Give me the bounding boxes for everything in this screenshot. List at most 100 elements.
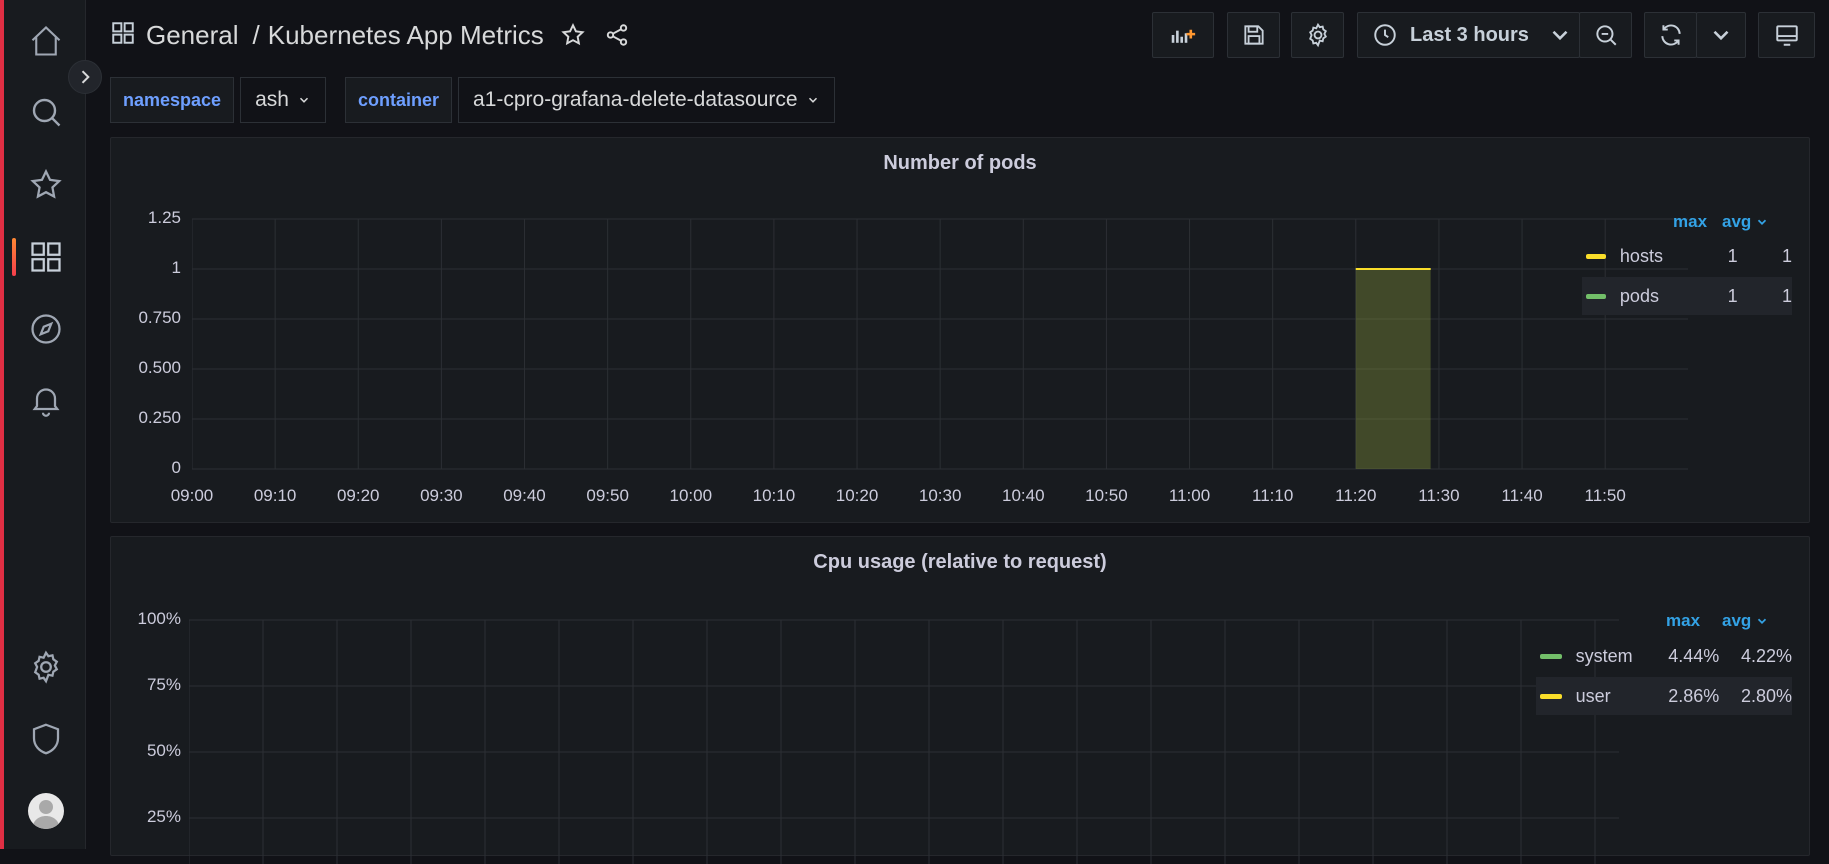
refresh-button[interactable] bbox=[1644, 12, 1697, 58]
search-icon[interactable] bbox=[24, 90, 68, 134]
time-range-label: Last 3 hours bbox=[1410, 23, 1529, 46]
active-indicator bbox=[12, 238, 16, 276]
x-tick-label: 10:30 bbox=[918, 486, 962, 505]
add-panel-button[interactable] bbox=[1152, 12, 1214, 58]
side-nav bbox=[4, 0, 86, 849]
x-tick-label: 11:10 bbox=[1252, 486, 1294, 505]
y-tick-label: 1 bbox=[171, 258, 181, 277]
series-color-swatch bbox=[1586, 253, 1606, 259]
y-tick-label: 0.250 bbox=[138, 408, 181, 427]
x-tick-label: 11:00 bbox=[1168, 486, 1211, 505]
time-picker-button[interactable]: Last 3 hours bbox=[1357, 12, 1580, 58]
legend-avg-header[interactable]: avg bbox=[1722, 611, 1769, 631]
breadcrumb-folder[interactable]: General bbox=[146, 20, 239, 51]
y-tick-label: 0 bbox=[171, 458, 181, 477]
x-tick-label: 11:30 bbox=[1418, 486, 1460, 505]
series-avg: 1 bbox=[1781, 245, 1792, 266]
zoom-out-icon bbox=[1593, 22, 1619, 48]
container-select[interactable]: a1-cpro-grafana-delete-datasource bbox=[458, 77, 835, 123]
panel-cpu-usage: Cpu usage (relative to request) 25% 50% 75… bbox=[110, 536, 1810, 864]
x-tick-label: 09:20 bbox=[336, 486, 380, 505]
series-name: user bbox=[1575, 685, 1611, 706]
legend-row-hosts[interactable]: hosts 1 1 bbox=[1582, 237, 1792, 275]
x-tick-label: 09:50 bbox=[586, 486, 629, 505]
refresh-interval-button[interactable] bbox=[1696, 12, 1746, 58]
legend-avg-label: avg bbox=[1722, 212, 1752, 231]
configuration-gear-icon[interactable] bbox=[24, 645, 68, 689]
save-icon bbox=[1241, 22, 1267, 48]
explore-icon[interactable] bbox=[24, 307, 68, 351]
x-tick-label: 11:40 bbox=[1501, 486, 1543, 505]
dashboards-icon[interactable] bbox=[24, 235, 68, 279]
panel-title[interactable]: Cpu usage (relative to request) bbox=[111, 551, 1809, 574]
series-color-swatch bbox=[1540, 653, 1562, 659]
dashboard-settings-button[interactable] bbox=[1291, 12, 1344, 58]
legend-avg-label: avg bbox=[1722, 611, 1752, 630]
user-avatar[interactable] bbox=[28, 793, 64, 829]
cpu-graph bbox=[189, 619, 1619, 864]
add-panel-icon bbox=[1170, 22, 1196, 48]
dashboard-title[interactable]: Kubernetes App Metrics bbox=[268, 20, 544, 51]
series-max: 4.44% bbox=[1668, 645, 1720, 666]
sort-chevron-icon bbox=[1755, 614, 1769, 628]
x-tick-label: 09:40 bbox=[503, 486, 546, 505]
x-tick-label: 10:00 bbox=[669, 486, 713, 505]
panel-title[interactable]: Number of pods bbox=[111, 152, 1809, 175]
pods-graph bbox=[192, 218, 1688, 470]
y-tick-label: 0.750 bbox=[138, 308, 181, 327]
share-icon[interactable] bbox=[604, 22, 630, 48]
legend-row-pods[interactable]: pods 1 1 bbox=[1582, 277, 1792, 315]
refresh-icon bbox=[1658, 22, 1684, 48]
series-avg: 1 bbox=[1781, 285, 1792, 306]
x-tick-label: 10:40 bbox=[1002, 486, 1045, 505]
x-tick-label: 09:00 bbox=[170, 486, 214, 505]
x-tick-label: 11:50 bbox=[1584, 486, 1626, 505]
y-tick-label: 1.25 bbox=[147, 208, 181, 227]
series-area-hosts bbox=[1355, 269, 1431, 469]
namespace-select[interactable]: ash bbox=[240, 77, 326, 123]
breadcrumb: General / Kubernetes App Metrics bbox=[110, 10, 630, 60]
series-avg: 4.22% bbox=[1740, 645, 1793, 666]
series-name: pods bbox=[1619, 285, 1659, 306]
alerting-bell-icon[interactable] bbox=[24, 378, 68, 422]
series-color-swatch bbox=[1540, 693, 1562, 699]
series-max: 2.86% bbox=[1668, 685, 1720, 706]
series-name: system bbox=[1575, 645, 1633, 666]
x-tick-label: 09:10 bbox=[253, 486, 297, 505]
home-icon[interactable] bbox=[24, 19, 68, 63]
dashboards-grid-icon bbox=[110, 20, 136, 51]
y-tick-label: 75% bbox=[146, 675, 181, 694]
monitor-icon bbox=[1774, 22, 1800, 48]
legend-row-system[interactable]: system 4.44% 4.22% bbox=[1536, 637, 1792, 675]
series-color-swatch bbox=[1586, 293, 1606, 299]
y-tick-label: 100% bbox=[137, 609, 181, 628]
server-admin-shield-icon[interactable] bbox=[24, 717, 68, 761]
chevron-down-icon bbox=[297, 93, 311, 107]
zoom-out-button[interactable] bbox=[1579, 12, 1632, 58]
legend-row-user[interactable]: user 2.86% 2.80% bbox=[1536, 677, 1792, 715]
namespace-value: ash bbox=[255, 88, 289, 111]
variable-namespace: namespace ash bbox=[110, 77, 326, 123]
series-max: 1 bbox=[1727, 285, 1738, 306]
x-tick-label: 09:30 bbox=[420, 486, 463, 505]
chevron-down-icon bbox=[1708, 22, 1734, 48]
legend-max-header[interactable]: max bbox=[1673, 212, 1707, 232]
tv-mode-button[interactable] bbox=[1758, 12, 1815, 58]
chevron-down-icon bbox=[806, 93, 820, 107]
expand-sidebar-button[interactable] bbox=[68, 60, 102, 94]
y-tick-label: 50% bbox=[146, 741, 181, 760]
x-tick-label: 10:10 bbox=[752, 486, 796, 505]
y-tick-label: 0.500 bbox=[138, 358, 181, 377]
x-tick-label: 10:50 bbox=[1085, 486, 1128, 505]
x-tick-label: 11:20 bbox=[1335, 486, 1377, 505]
starred-icon[interactable] bbox=[24, 163, 68, 207]
star-dashboard-icon[interactable] bbox=[560, 22, 586, 48]
sort-chevron-icon bbox=[1755, 215, 1769, 229]
variable-container: container a1-cpro-grafana-delete-datasou… bbox=[345, 77, 835, 123]
save-dashboard-button[interactable] bbox=[1227, 12, 1280, 58]
series-name: hosts bbox=[1619, 245, 1663, 266]
container-value: a1-cpro-grafana-delete-datasource bbox=[473, 88, 798, 111]
legend-avg-header[interactable]: avg bbox=[1722, 212, 1769, 232]
chevron-down-icon bbox=[1547, 22, 1573, 48]
legend-max-header[interactable]: max bbox=[1666, 611, 1700, 631]
